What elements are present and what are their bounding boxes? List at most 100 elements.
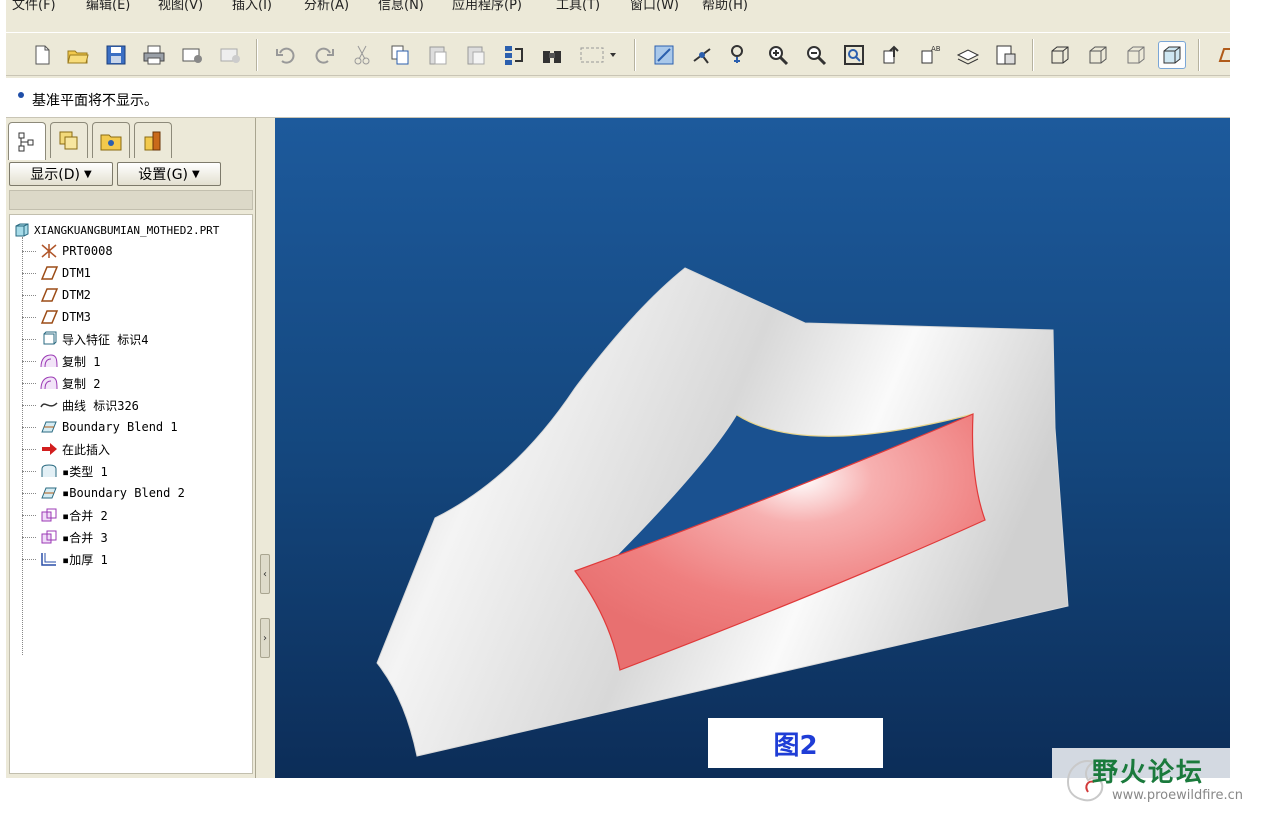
import-feature-icon: [38, 330, 60, 348]
copy-icon[interactable]: [386, 41, 414, 69]
tree-item[interactable]: 曲线 标识326: [22, 395, 139, 415]
refit-icon[interactable]: [840, 41, 868, 69]
tab-favorites[interactable]: [134, 122, 172, 158]
undo-icon[interactable]: [272, 41, 300, 69]
tree-item-label: PRT0008: [62, 244, 113, 258]
save-icon[interactable]: [102, 41, 130, 69]
tree-item[interactable]: DTM2: [22, 285, 91, 305]
menu-analysis[interactable]: 分析(A): [304, 0, 349, 12]
layers-icon[interactable]: [954, 41, 982, 69]
settings-dropdown-button[interactable]: 设置(G) ▼: [117, 162, 221, 186]
part-icon: [15, 223, 29, 237]
spin-center-icon[interactable]: [688, 41, 716, 69]
graphics-window[interactable]: 图2: [275, 118, 1230, 778]
menu-view[interactable]: 视图(V): [158, 0, 203, 12]
find-binoculars-icon[interactable]: [538, 41, 566, 69]
view-manager-icon[interactable]: [992, 41, 1020, 69]
collapse-left-icon[interactable]: ‹: [260, 554, 270, 594]
tree-item[interactable]: Boundary Blend 1: [22, 417, 178, 437]
hidden-line-icon[interactable]: [1084, 41, 1112, 69]
send-link-icon[interactable]: [216, 41, 244, 69]
selection-filter-icon[interactable]: [576, 41, 620, 69]
zoom-out-icon[interactable]: [802, 41, 830, 69]
wireframe-icon[interactable]: [1046, 41, 1074, 69]
3d-model-view[interactable]: [275, 118, 1230, 778]
csys-icon: [38, 242, 60, 260]
paste-icon[interactable]: [424, 41, 452, 69]
open-folder-icon[interactable]: [64, 41, 92, 69]
tree-item[interactable]: ▪类型 1: [22, 461, 108, 481]
regenerate-icon[interactable]: [500, 41, 528, 69]
send-mail-icon[interactable]: [178, 41, 206, 69]
tree-root[interactable]: XIANGKUANGBUMIAN_MOTHED2.PRT: [14, 221, 219, 239]
repaint-icon[interactable]: [650, 41, 678, 69]
datum-plane-icon: [38, 264, 60, 282]
tab-layers[interactable]: [50, 122, 88, 158]
main-toolbar: AB: [6, 32, 1230, 76]
tree-item[interactable]: 导入特征 标识4: [22, 329, 148, 349]
tab-folder-browser[interactable]: [92, 122, 130, 158]
watermark-url: www.proewildfire.cn: [1112, 788, 1243, 803]
tree-item-label: 曲线 标识326: [62, 398, 139, 413]
navigator-buttons: 显示(D) ▼ 设置(G) ▼: [9, 162, 253, 186]
tree-item-label: ▪类型 1: [62, 464, 108, 479]
print-icon[interactable]: [140, 41, 168, 69]
curve-icon: [38, 396, 60, 414]
navigator-tabs: [8, 122, 254, 160]
favorites-icon: [144, 131, 161, 150]
paste-special-icon[interactable]: [462, 41, 490, 69]
tree-item[interactable]: ▪Boundary Blend 2: [22, 483, 185, 503]
insert-here-arrow-icon: [38, 440, 60, 458]
tab-model-tree[interactable]: [8, 122, 46, 160]
tree-item[interactable]: ▪合并 2: [22, 505, 108, 525]
menu-tools[interactable]: 工具(T): [556, 0, 600, 12]
redo-icon[interactable]: [310, 41, 338, 69]
tree-item[interactable]: 在此插入: [22, 439, 110, 459]
tree-item[interactable]: 复制 2: [22, 373, 100, 393]
menu-info[interactable]: 信息(N): [378, 0, 424, 12]
datum-plane-display-icon[interactable]: [1212, 41, 1230, 69]
tree-item[interactable]: DTM1: [22, 263, 91, 283]
model-tree-icon: [18, 132, 34, 151]
tree-item-label: 复制 2: [62, 376, 101, 391]
dropdown-arrow-icon: ▼: [192, 168, 200, 180]
tree-item[interactable]: DTM3: [22, 307, 91, 327]
tree-filter-bar[interactable]: [9, 190, 253, 210]
application-window: 文件(F) 编辑(E) 视图(V) 插入(I) 分析(A) 信息(N) 应用程序…: [6, 0, 1230, 778]
watermark-title: 野火论坛: [1092, 758, 1205, 788]
reorient-icon[interactable]: [878, 41, 906, 69]
panel-splitter[interactable]: ‹ ›: [257, 118, 275, 778]
tree-item[interactable]: ▪合并 3: [22, 527, 108, 547]
menu-edit[interactable]: 编辑(E): [86, 0, 130, 12]
zoom-in-icon[interactable]: [764, 41, 792, 69]
tree-root-label: XIANGKUANGBUMIAN_MOTHED2.PRT: [34, 223, 220, 237]
new-file-icon[interactable]: [28, 41, 56, 69]
saved-views-icon[interactable]: AB: [916, 41, 944, 69]
layer-folder-icon: [59, 131, 78, 149]
tree-item-label: DTM1: [62, 266, 91, 280]
message-area: 基准平面将不显示。: [6, 78, 1230, 118]
folder-browser-icon: [100, 134, 122, 150]
menu-help[interactable]: 帮助(H): [702, 0, 748, 12]
orient-mode-icon[interactable]: [726, 41, 754, 69]
menu-bar: 文件(F) 编辑(E) 视图(V) 插入(I) 分析(A) 信息(N) 应用程序…: [6, 0, 1230, 12]
no-hidden-icon[interactable]: [1122, 41, 1150, 69]
expand-right-icon[interactable]: ›: [260, 618, 270, 658]
tree-item-label: 复制 1: [62, 354, 101, 369]
display-dropdown-button[interactable]: 显示(D) ▼: [9, 162, 113, 186]
menu-insert[interactable]: 插入(I): [232, 0, 272, 12]
tree-item[interactable]: 复制 1: [22, 351, 100, 371]
copy-surface-icon: [38, 374, 60, 392]
menu-applications[interactable]: 应用程序(P): [452, 0, 522, 12]
thicken-icon: [38, 550, 60, 568]
menu-file[interactable]: 文件(F): [12, 0, 56, 12]
model-tree[interactable]: XIANGKUANGBUMIAN_MOTHED2.PRT PRT0008 DTM…: [9, 214, 253, 774]
tree-item[interactable]: PRT0008: [22, 241, 113, 261]
tree-item[interactable]: ▪加厚 1: [22, 549, 108, 569]
shading-icon[interactable]: [1158, 41, 1186, 69]
navigator-panel: 显示(D) ▼ 设置(G) ▼ XIANGKUANGBUMIAN_MOTHED2…: [6, 118, 256, 778]
tree-item-label: ▪合并 2: [62, 508, 108, 523]
menu-window[interactable]: 窗口(W): [630, 0, 679, 12]
message-bullet-icon: [18, 92, 24, 98]
cut-icon[interactable]: [348, 41, 376, 69]
